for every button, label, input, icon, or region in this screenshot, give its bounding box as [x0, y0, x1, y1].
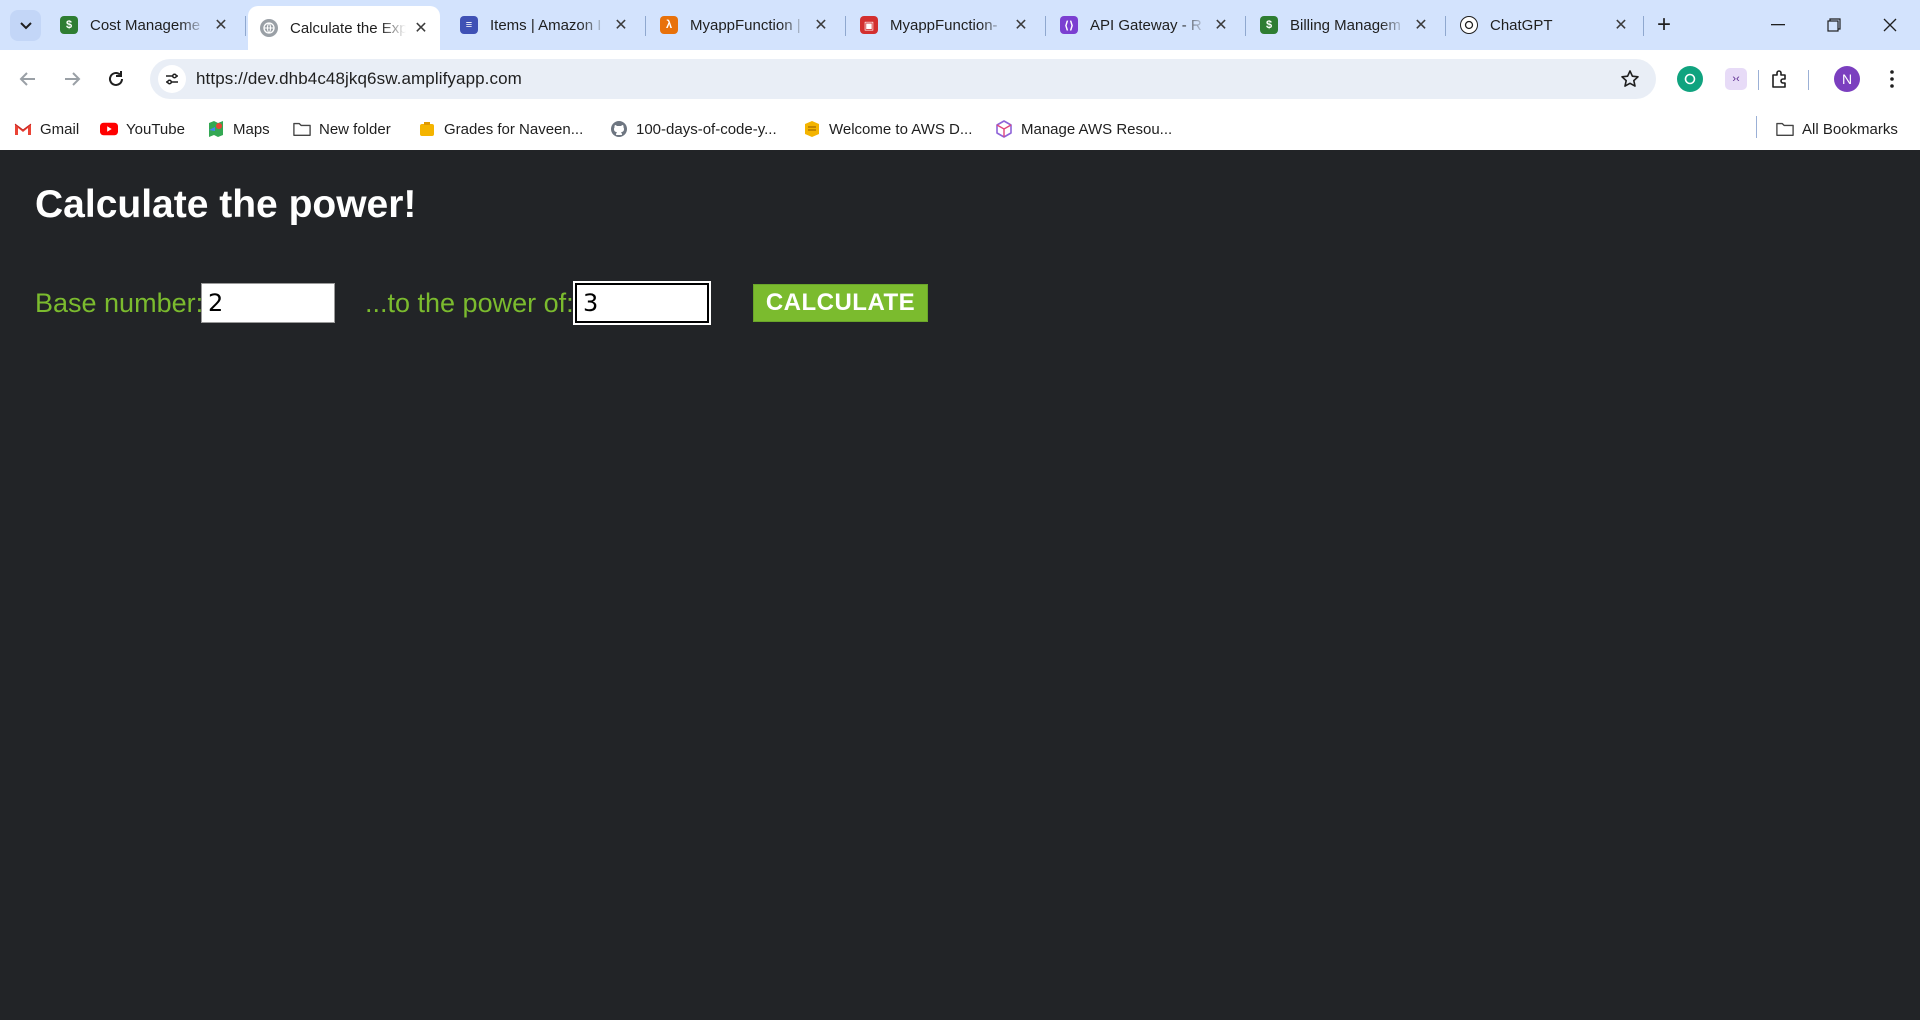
reload-button[interactable]: [100, 63, 132, 95]
lambda-icon: λ: [660, 16, 678, 34]
base-number-label: Base number:: [35, 288, 204, 318]
all-bookmarks-button[interactable]: All Bookmarks: [1776, 117, 1898, 141]
globe-icon: [260, 19, 278, 37]
bookmark-manage-aws[interactable]: Manage AWS Resou...: [995, 117, 1172, 141]
billing-icon: $: [1260, 16, 1278, 34]
tab-dynamodb-items[interactable]: ≡ Items | Amazon I ✕: [448, 8, 640, 42]
gmail-icon: [14, 120, 32, 138]
extension-button[interactable]: ›‹: [1720, 63, 1752, 95]
tune-icon: [166, 73, 178, 85]
tab-cost-management[interactable]: $ Cost Manageme ✕: [48, 8, 240, 42]
arrow-right-icon: [65, 72, 81, 86]
github-icon: [610, 120, 628, 138]
chatgpt-extension-icon: [1677, 66, 1703, 92]
site-info-button[interactable]: [158, 65, 186, 93]
dynamodb-icon: ≡: [460, 16, 478, 34]
close-icon[interactable]: ✕: [1012, 16, 1030, 34]
reload-icon: [109, 71, 123, 86]
extension-app-icon: ›‹: [1725, 68, 1747, 90]
bookmarks-divider: [1756, 116, 1757, 138]
close-icon[interactable]: ✕: [412, 19, 430, 37]
tab-api-gateway[interactable]: ⟨⟩ API Gateway - R ✕: [1048, 8, 1240, 42]
bookmark-new-folder[interactable]: New folder: [293, 117, 391, 141]
calculate-button[interactable]: CALCULATE: [753, 284, 928, 322]
close-icon: [1883, 18, 1897, 32]
puzzle-icon: [1772, 70, 1786, 88]
extensions-menu-button[interactable]: [1764, 63, 1796, 95]
url-text[interactable]: https://dev.dhb4c48jkq6sw.amplifyapp.com: [196, 69, 522, 89]
page-content: Calculate the power! Base number: ...to …: [0, 151, 1920, 1020]
tab-search-button[interactable]: [10, 10, 41, 41]
bookmark-100-days-of-code[interactable]: 100-days-of-code-y...: [610, 117, 777, 141]
bookmark-star-button[interactable]: [1618, 67, 1642, 91]
aws-cube-icon: [995, 120, 1013, 138]
exponent-input[interactable]: [575, 283, 709, 323]
bookmark-welcome-aws[interactable]: Welcome to AWS D...: [803, 117, 972, 141]
folder-icon: [1776, 120, 1794, 138]
toolbar: https://dev.dhb4c48jkq6sw.amplifyapp.com…: [0, 50, 1920, 108]
minimize-icon: [1771, 24, 1785, 26]
chevron-down-icon: [19, 17, 32, 35]
bookmark-gmail[interactable]: Gmail: [14, 117, 79, 141]
tab-chatgpt[interactable]: ChatGPT ✕: [1448, 8, 1640, 42]
tab-iam-role[interactable]: ▣ MyappFunction- ✕: [848, 8, 1040, 42]
close-icon[interactable]: ✕: [1612, 16, 1630, 34]
close-icon[interactable]: ✕: [812, 16, 830, 34]
plus-icon: +: [1656, 11, 1671, 38]
bookmark-youtube[interactable]: YouTube: [100, 117, 185, 141]
maps-icon: [207, 120, 225, 138]
exponent-label: ...to the power of:: [365, 288, 574, 318]
close-icon[interactable]: ✕: [212, 16, 230, 34]
chatgpt-extension-button[interactable]: [1674, 63, 1706, 95]
tab-lambda-function[interactable]: λ MyappFunction | ✕: [648, 8, 840, 42]
bookmarks-bar: Gmail YouTube Maps New folder Grades for…: [0, 108, 1920, 150]
more-menu-button[interactable]: [1876, 63, 1908, 95]
folder-icon: [293, 120, 311, 138]
restore-button[interactable]: [1806, 0, 1862, 50]
new-tab-button[interactable]: +: [1650, 11, 1678, 39]
chatgpt-icon: [1460, 16, 1478, 34]
restore-icon: [1827, 18, 1841, 32]
bookmark-grades[interactable]: Grades for Naveen...: [418, 117, 583, 141]
page-title: Calculate the power!: [35, 183, 417, 226]
star-icon: [1621, 70, 1639, 87]
minimize-button[interactable]: [1750, 0, 1806, 50]
forward-button[interactable]: [56, 63, 88, 95]
address-bar[interactable]: https://dev.dhb4c48jkq6sw.amplifyapp.com: [150, 59, 1656, 99]
aws-icon: [803, 120, 821, 138]
close-icon[interactable]: ✕: [612, 16, 630, 34]
base-number-input[interactable]: [201, 283, 335, 323]
bookmark-maps[interactable]: Maps: [207, 117, 270, 141]
billing-icon: $: [60, 16, 78, 34]
tab-strip: $ Cost Manageme ✕ Calculate the Exp ✕ ≡ …: [0, 0, 1920, 50]
iam-icon: ▣: [860, 16, 878, 34]
youtube-icon: [100, 120, 118, 138]
api-gateway-icon: ⟨⟩: [1060, 16, 1078, 34]
back-button[interactable]: [12, 63, 44, 95]
more-vert-icon: [1890, 70, 1894, 88]
profile-avatar[interactable]: N: [1834, 66, 1860, 92]
close-window-button[interactable]: [1862, 0, 1918, 50]
tab-billing-management[interactable]: $ Billing Managem ✕: [1248, 8, 1440, 42]
close-icon[interactable]: ✕: [1212, 16, 1230, 34]
grades-icon: [418, 120, 436, 138]
close-icon[interactable]: ✕: [1412, 16, 1430, 34]
tab-calculate[interactable]: Calculate the Exp ✕: [248, 6, 440, 50]
arrow-left-icon: [19, 72, 35, 86]
